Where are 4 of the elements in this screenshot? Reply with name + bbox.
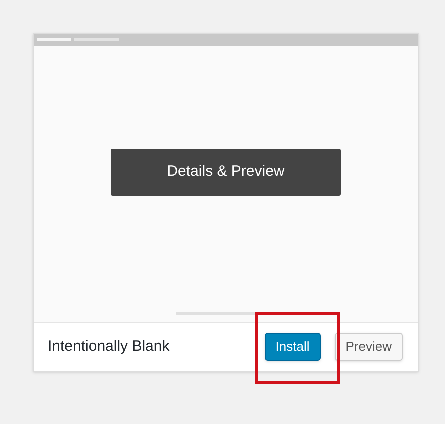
- details-preview-button[interactable]: Details & Preview: [111, 148, 341, 196]
- preview-button[interactable]: Preview: [334, 333, 403, 361]
- install-button[interactable]: Install: [264, 333, 321, 361]
- theme-name: Intentionally Blank: [48, 336, 171, 357]
